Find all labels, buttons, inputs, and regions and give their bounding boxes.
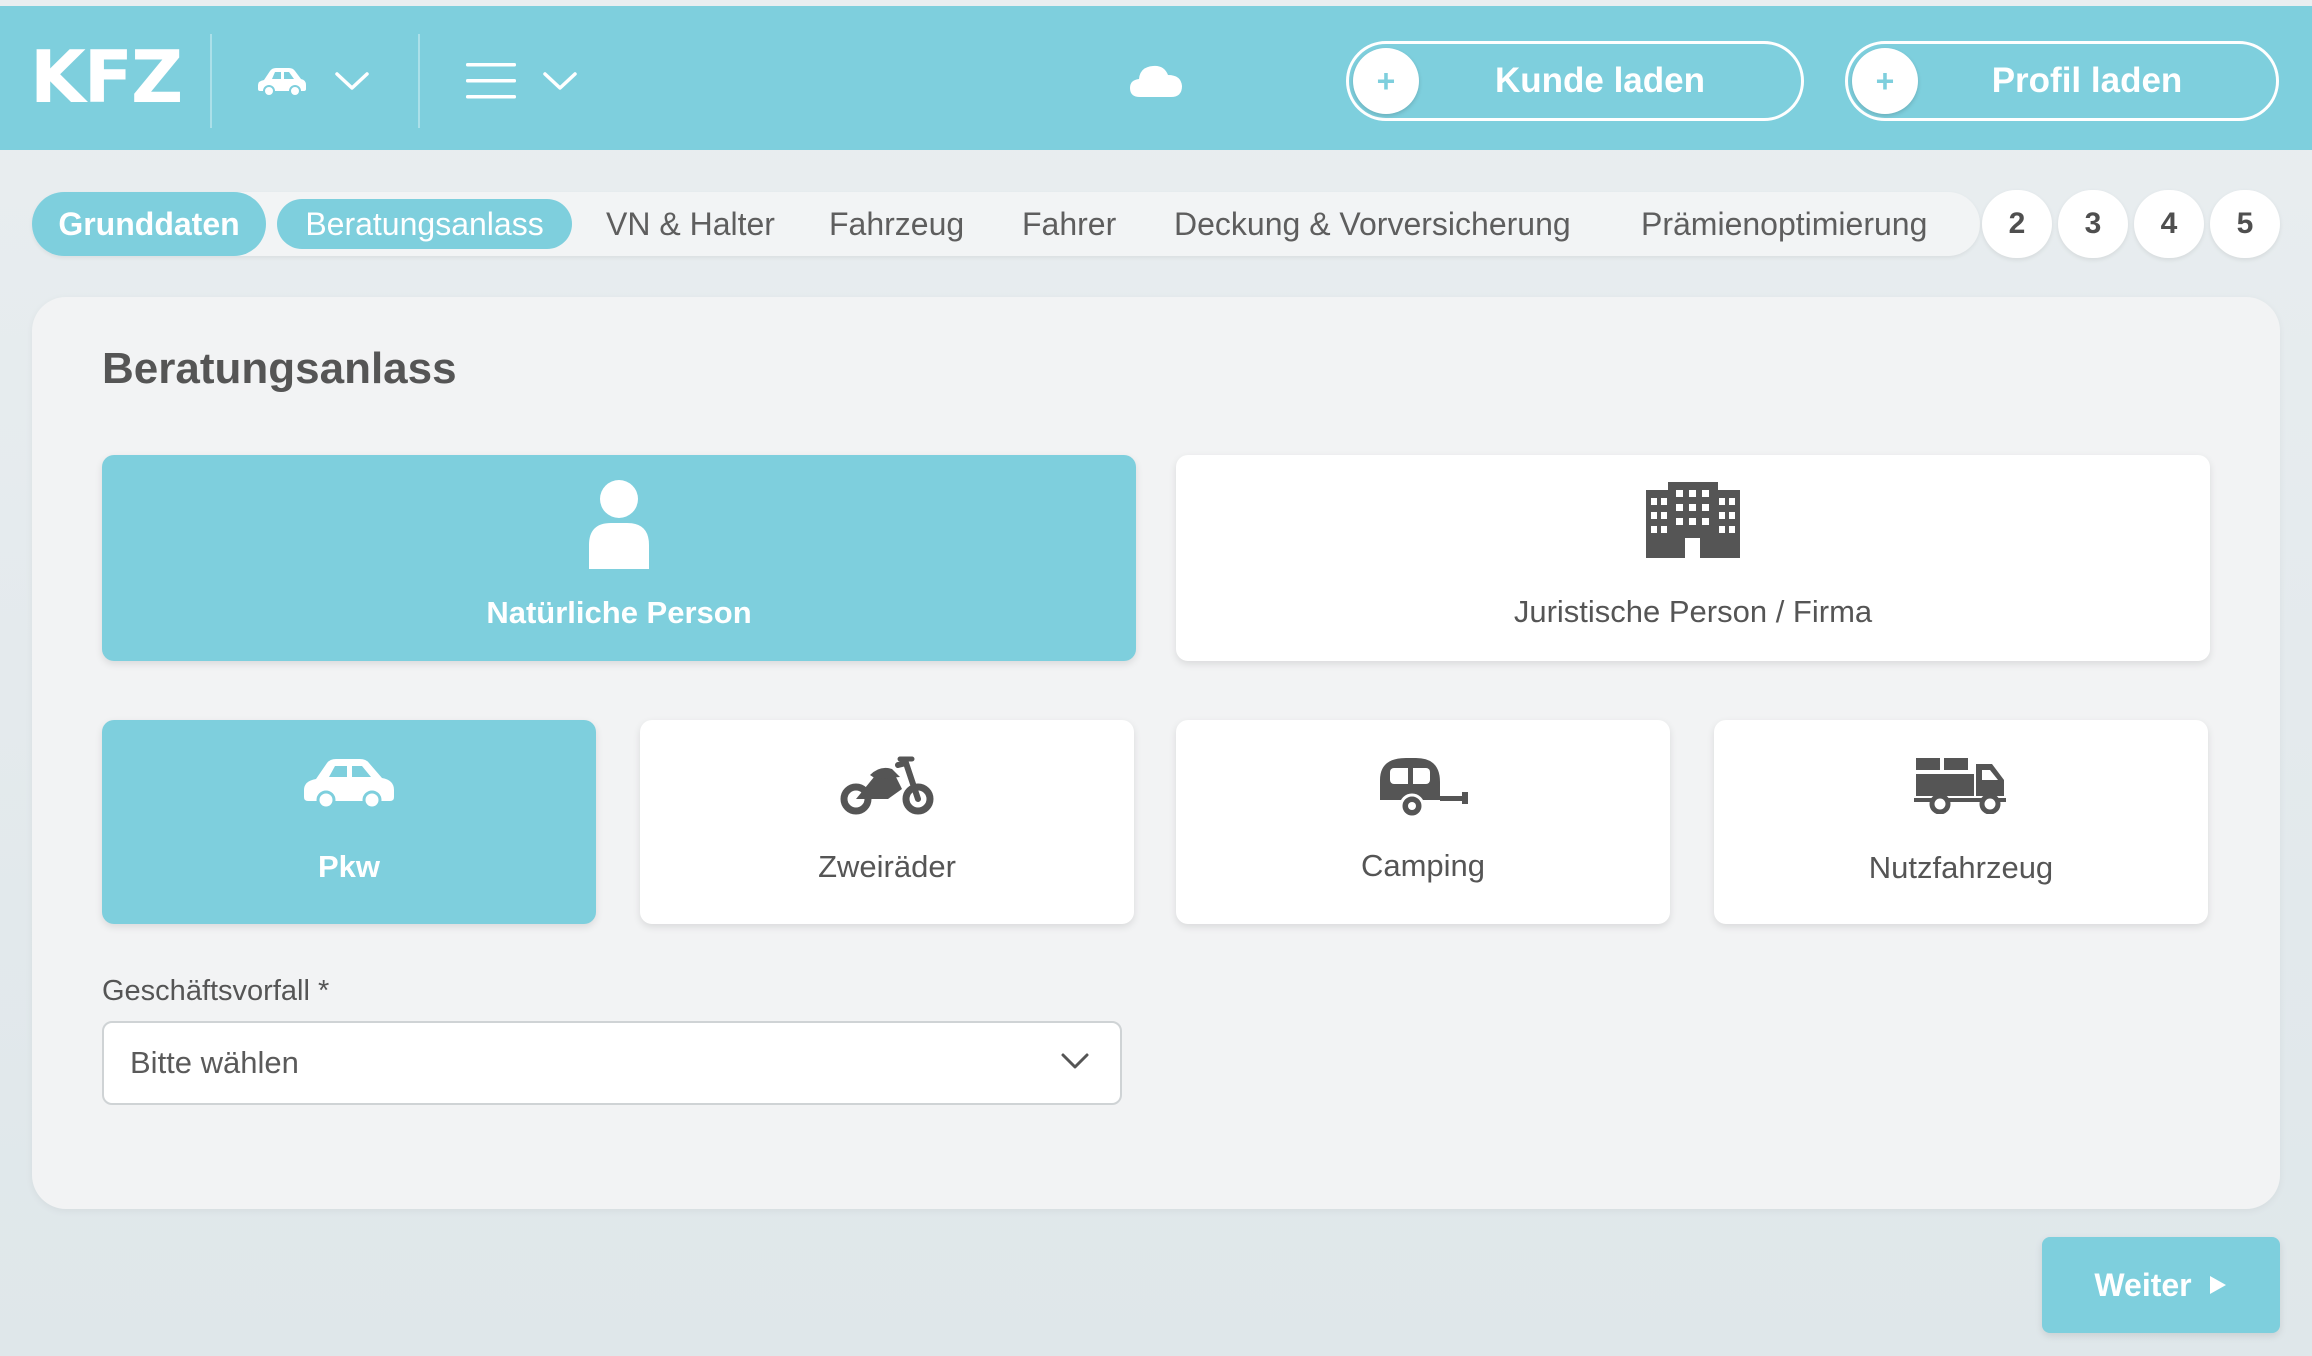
tab-step-4[interactable]: 4 (2134, 190, 2204, 258)
option-label: Camping (1360, 848, 1486, 883)
option-label: Zweiräder (818, 849, 956, 884)
tab-beratungsanlass[interactable]: Beratungsanlass (277, 199, 572, 249)
plus-icon: + (1353, 48, 1419, 114)
tab-vn-halter[interactable]: VN & Halter (606, 192, 775, 256)
vehicle-menu-button[interactable] (256, 46, 370, 116)
option-pkw[interactable]: Pkw (102, 720, 596, 924)
next-button[interactable]: Weiter (2042, 1237, 2280, 1333)
load-profile-button[interactable]: + Profil laden (1845, 41, 2279, 121)
business-case-label: Geschäftsvorfall * (102, 975, 330, 1007)
option-label: Natürliche Person (486, 595, 752, 630)
tab-step-5[interactable]: 5 (2210, 190, 2280, 258)
option-legal-person[interactable]: Juristische Person / Firma (1176, 455, 2210, 661)
motorcycle-icon (840, 755, 934, 823)
tab-step-2[interactable]: 2 (1982, 190, 2052, 258)
app-logo: KFZ (30, 35, 183, 119)
truck-icon (1914, 754, 2008, 822)
tab-deckung-vorversicherung[interactable]: Deckung & Vorversicherung (1174, 192, 1571, 256)
tab-grunddaten[interactable]: Grunddaten (32, 192, 266, 256)
load-profile-label: Profil laden (1991, 61, 2183, 100)
option-camping[interactable]: Camping (1176, 720, 1670, 924)
tab-step-3[interactable]: 3 (2058, 190, 2128, 258)
play-arrow-icon (2208, 1267, 2228, 1304)
car-icon (256, 66, 308, 96)
business-case-value: Bitte wählen (130, 1045, 299, 1080)
header-divider (418, 34, 420, 128)
person-icon (585, 479, 653, 577)
load-customer-label: Kunde laden (1494, 61, 1706, 100)
hamburger-icon (466, 62, 516, 100)
cloud-icon[interactable] (1128, 61, 1184, 104)
option-label: Pkw (317, 849, 381, 884)
building-icon (1646, 482, 1740, 566)
option-natural-person[interactable]: Natürliche Person (102, 455, 1136, 661)
load-customer-button[interactable]: + Kunde laden (1346, 41, 1804, 121)
option-nutzfahrzeug[interactable]: Nutzfahrzeug (1714, 720, 2208, 924)
section-title: Beratungsanlass (102, 344, 457, 393)
tab-fahrer[interactable]: Fahrer (1022, 192, 1116, 256)
tab-fahrzeug[interactable]: Fahrzeug (829, 192, 964, 256)
option-label: Juristische Person / Firma (1513, 594, 1873, 629)
tab-praemienoptimierung[interactable]: Prämienoptimierung (1641, 192, 1927, 256)
chevron-down-icon (334, 70, 370, 92)
car-icon (302, 755, 396, 819)
plus-icon: + (1852, 48, 1918, 114)
business-case-select[interactable]: Bitte wählen (102, 1021, 1122, 1105)
header-divider (210, 34, 212, 128)
option-label: Nutzfahrzeug (1868, 850, 2054, 885)
option-zweiraeder[interactable]: Zweiräder (640, 720, 1134, 924)
chevron-down-icon (542, 70, 578, 92)
main-menu-button[interactable] (466, 46, 578, 116)
top-header: KFZ + Kunde laden + Profil laden (0, 6, 2312, 150)
chevron-down-icon (1060, 1051, 1090, 1076)
caravan-icon (1376, 752, 1470, 830)
next-button-label: Weiter (2094, 1266, 2192, 1303)
